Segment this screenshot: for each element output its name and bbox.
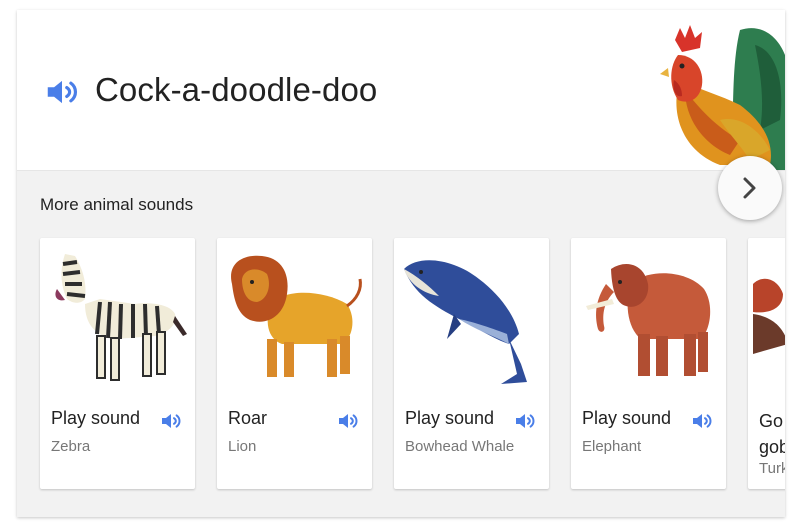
speaker-icon[interactable] xyxy=(513,409,537,433)
chevron-right-icon xyxy=(743,177,756,199)
rooster-illustration xyxy=(660,25,785,170)
animal-card-turkey[interactable]: Go gob Turk xyxy=(748,238,785,489)
turkey-illustration xyxy=(753,278,785,354)
speaker-icon[interactable] xyxy=(336,409,360,433)
speaker-icon[interactable] xyxy=(159,409,183,433)
card-animal-name: Elephant xyxy=(582,438,642,455)
card-animal-name: Zebra xyxy=(51,438,91,455)
animal-sounds-panel: Cock-a-doodle-doo More animal sounds Pla… xyxy=(17,10,785,517)
card-label: Roar xyxy=(228,408,268,428)
card-animal-name: Lion xyxy=(228,438,257,455)
elephant-illustration xyxy=(586,264,711,376)
animal-card-lion[interactable]: Roar Lion xyxy=(217,238,372,489)
animal-card-elephant[interactable]: Play sound Elephant xyxy=(571,238,726,489)
card-label: Play sound xyxy=(51,408,141,428)
whale-illustration xyxy=(404,260,527,384)
lion-illustration xyxy=(231,255,362,377)
sound-title: Cock-a-doodle-doo xyxy=(95,71,378,108)
more-animal-sounds-section: More animal sounds Play sound Zebra Roar… xyxy=(17,171,785,517)
card-animal-name: Turk xyxy=(759,460,785,477)
animal-card-bowhead-whale[interactable]: Play sound Bowhead Whale xyxy=(394,238,549,489)
sound-header: Cock-a-doodle-doo xyxy=(17,10,785,171)
card-label: Play sound xyxy=(582,408,672,428)
card-label: Go gob xyxy=(759,411,785,457)
speaker-icon[interactable] xyxy=(43,73,81,111)
animal-card-zebra[interactable]: Play sound Zebra xyxy=(40,238,195,489)
card-animal-name: Bowhead Whale xyxy=(405,438,515,455)
zebra-illustration xyxy=(55,254,187,381)
section-title: More animal sounds xyxy=(40,195,194,214)
card-label: Play sound xyxy=(405,408,495,428)
speaker-icon[interactable] xyxy=(690,409,714,433)
carousel-next-button[interactable] xyxy=(718,156,782,220)
